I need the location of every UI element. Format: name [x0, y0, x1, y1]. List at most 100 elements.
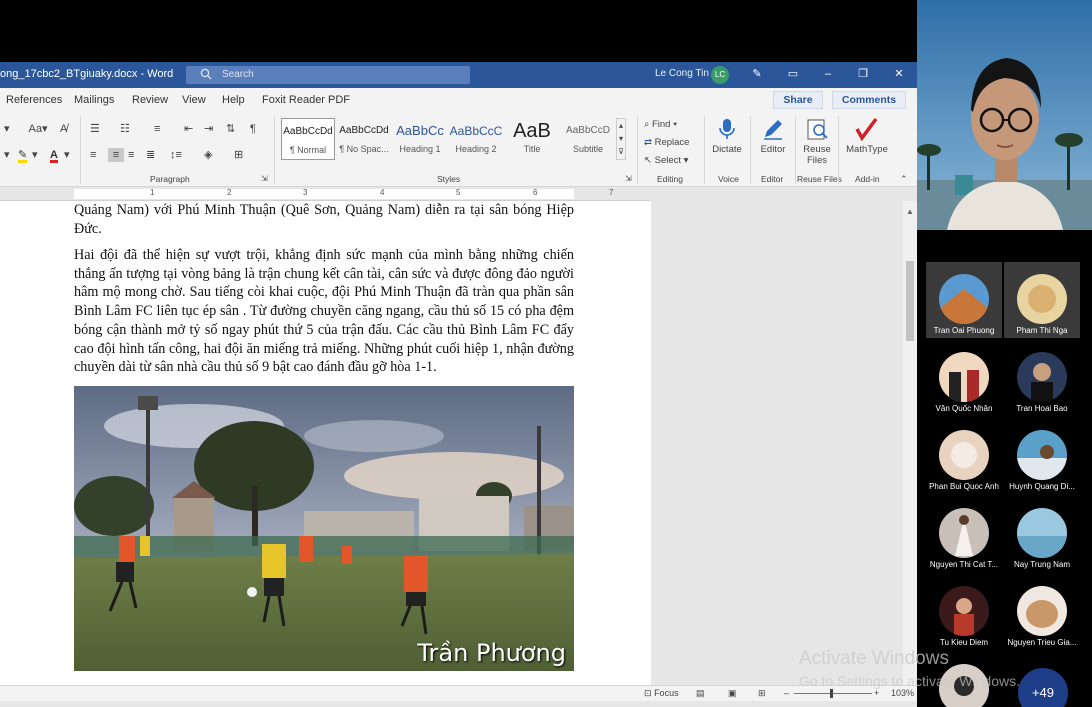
ruler-number: 7 [609, 188, 614, 197]
find-icon: ⌕ [644, 119, 650, 130]
web-layout-icon[interactable]: ⊞ [758, 688, 766, 699]
style-no-spacing[interactable]: AaBbCcDd ¶ No Spac... [337, 118, 391, 160]
participant-tile[interactable]: Nguyen Trieu Gia... [1004, 574, 1080, 650]
scroll-up-icon[interactable]: ▲ [906, 207, 914, 216]
style-title-sample: AaB [513, 120, 551, 142]
restore-icon[interactable]: ❐ [856, 67, 870, 81]
find-button[interactable]: ⌕ Find ▾ [644, 118, 677, 132]
tab-review[interactable]: Review [132, 94, 168, 106]
styles-launcher-icon[interactable]: ⇲ [625, 172, 632, 186]
line-spacing-icon[interactable]: ↕≡ [170, 148, 182, 162]
read-mode-icon[interactable]: ▤ [696, 688, 705, 699]
ribbon-separator [637, 116, 638, 184]
shading-icon[interactable]: ◈ [204, 148, 212, 162]
paragraph-launcher-icon[interactable]: ⇲ [261, 172, 268, 186]
collapse-ribbon-icon[interactable]: ⌃ [900, 172, 908, 186]
ruler-number: 3 [303, 188, 308, 197]
search-box[interactable]: Search [186, 66, 470, 84]
focus-button[interactable]: ⊡ Focus [644, 688, 679, 699]
participant-avatar [939, 274, 989, 324]
zoom-out-icon[interactable]: – [784, 688, 789, 698]
clear-formatting-icon[interactable]: A̸ [60, 122, 67, 136]
text-effects-icon[interactable]: ▾ [4, 148, 10, 162]
participant-tile[interactable]: Tu Kieu Diem [926, 574, 1002, 650]
style-heading-2-name: Heading 2 [455, 144, 497, 154]
bullets-icon[interactable]: ☰ [90, 122, 100, 136]
ribbon-display-icon[interactable]: ▭ [786, 67, 800, 81]
font-color-dropdown-icon[interactable]: ▾ [4, 122, 10, 136]
align-right-icon[interactable]: ≡ [128, 148, 134, 162]
zoom-level[interactable]: 103% [891, 688, 914, 698]
style-title-name: Title [523, 144, 541, 154]
borders-icon[interactable]: ⊞ [234, 148, 243, 162]
align-center-icon[interactable]: ≡ [108, 148, 124, 162]
screen: ong_17cbc2_BTgiuaky.docx - Word Search L… [0, 0, 1092, 707]
font-color-dropdown2-icon[interactable]: ▾ [64, 148, 70, 162]
participant-tile[interactable]: Huynh Quang Di... [1004, 418, 1080, 494]
paragraph-2[interactable]: Hai đội đã thể hiện sự vượt trội, khẳng … [74, 246, 574, 377]
styles-scroll-icon[interactable]: ▴ ▾ ⊽ [616, 118, 626, 160]
zoom-in-icon[interactable]: + [874, 688, 879, 698]
font-color-icon[interactable]: A [50, 148, 58, 163]
style-no-spacing-sample: AaBbCcDd [339, 125, 389, 136]
participant-name: Văn Quốc Nhân [935, 404, 993, 413]
search-icon [200, 68, 212, 80]
share-button[interactable]: Share [773, 91, 823, 109]
style-title[interactable]: AaB Title [505, 118, 559, 160]
ruler-number: 5 [456, 188, 461, 197]
multilevel-list-icon[interactable]: ≡ [154, 122, 160, 136]
highlight-icon[interactable]: ✎ [18, 148, 28, 163]
increase-indent-icon[interactable]: ⇥ [204, 122, 213, 136]
zoom-slider[interactable] [794, 693, 872, 694]
scrollbar-thumb[interactable] [906, 261, 914, 341]
minimize-icon[interactable]: – [821, 67, 835, 81]
pen-icon[interactable]: ✎ [750, 67, 764, 81]
justify-icon[interactable]: ≣ [146, 148, 155, 162]
participant-tile[interactable]: Văn Quốc Nhân [926, 340, 1002, 416]
ruler-number: 2 [227, 188, 232, 197]
align-left-icon[interactable]: ≡ [90, 148, 96, 162]
print-layout-icon[interactable]: ▣ [728, 688, 737, 699]
reuse-files-button[interactable]: Reuse Files [799, 116, 835, 166]
participant-tile[interactable]: Tran Hoai Bao [1004, 340, 1080, 416]
participant-tile[interactable]: Nguyen Thi Cat T... [926, 496, 1002, 572]
tab-view[interactable]: View [182, 94, 206, 106]
horizontal-ruler: 1 2 3 4 5 6 7 [0, 187, 650, 201]
vertical-scrollbar[interactable]: ▲ [903, 201, 917, 685]
paragraph-1[interactable]: Quảng Nam) với Phú Minh Thuận (Quê Sơn, … [74, 201, 574, 238]
style-normal[interactable]: AaBbCcDd ¶ Normal [281, 118, 335, 160]
replace-button[interactable]: ⇄ Replace [644, 136, 689, 150]
comments-button[interactable]: Comments [832, 91, 906, 109]
football-photo[interactable]: Trần Phương [74, 386, 574, 671]
participant-tile[interactable]: Nay Trung Nam [1004, 496, 1080, 572]
show-marks-icon[interactable]: ¶ [250, 122, 256, 136]
tab-mailings[interactable]: Mailings [74, 94, 114, 106]
participant-tile[interactable]: Phan Bui Quoc Anh [926, 418, 1002, 494]
style-heading-1[interactable]: AaBbCc Heading 1 [393, 118, 447, 160]
style-subtitle[interactable]: AaBbCcD Subtitle [561, 118, 615, 160]
ruler-number: 4 [380, 188, 385, 197]
tab-foxit-reader-pdf[interactable]: Foxit Reader PDF [262, 94, 350, 106]
numbering-icon[interactable]: ☷ [120, 122, 130, 136]
tab-help[interactable]: Help [222, 94, 245, 106]
sort-icon[interactable]: ⇅ [226, 122, 235, 136]
zoom-slider-thumb[interactable] [830, 689, 833, 698]
tab-references[interactable]: References [6, 94, 62, 106]
speaker-video [917, 0, 1092, 230]
close-icon[interactable]: ✕ [892, 67, 906, 81]
dictate-button[interactable]: Dictate [710, 116, 744, 155]
participant-name: Pham Thi Nga [1016, 326, 1068, 335]
document-page[interactable]: Quảng Nam) với Phú Minh Thuận (Quê Sơn, … [0, 201, 651, 685]
ribbon-separator [838, 116, 839, 184]
editor-button[interactable]: Editor [756, 116, 790, 155]
change-case-button[interactable]: Aa▾ [26, 122, 50, 136]
highlight-dropdown-icon[interactable]: ▾ [32, 148, 38, 162]
style-heading-2[interactable]: AaBbCcC Heading 2 [449, 118, 503, 160]
replace-label: Replace [654, 137, 690, 148]
select-button[interactable]: ↖ Select ▾ [644, 154, 688, 168]
user-avatar[interactable]: LC [711, 66, 729, 84]
decrease-indent-icon[interactable]: ⇤ [184, 122, 193, 136]
participant-tile[interactable]: Tran Oai Phuong [926, 262, 1002, 338]
participant-tile[interactable]: Pham Thi Nga [1004, 262, 1080, 338]
mathtype-button[interactable]: MathType [844, 116, 890, 155]
